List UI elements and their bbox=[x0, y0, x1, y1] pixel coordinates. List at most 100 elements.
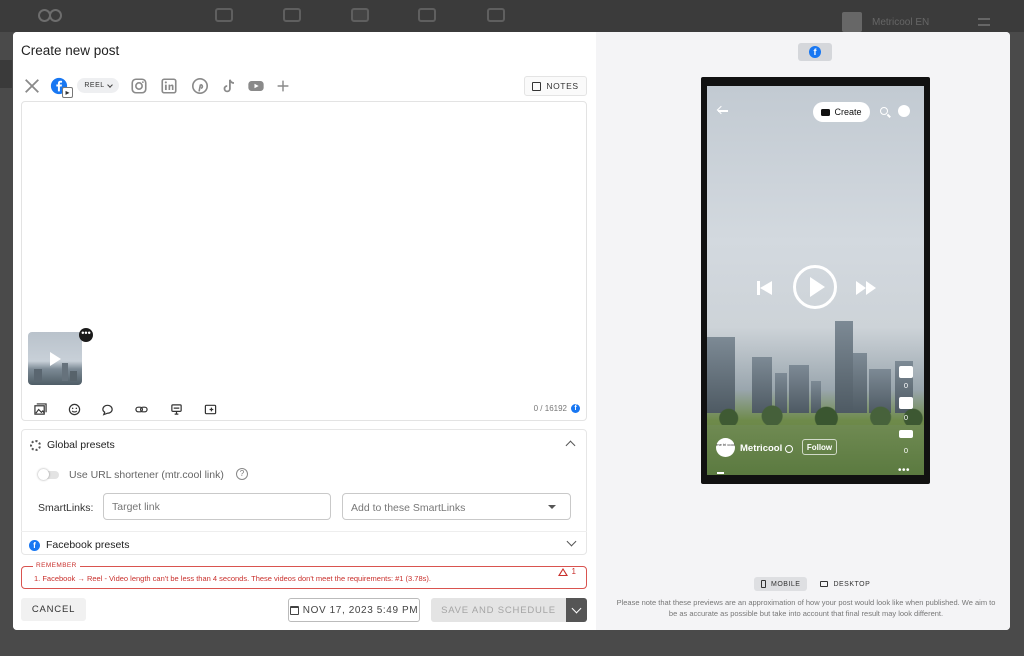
stats-icon bbox=[717, 468, 724, 474]
save-options-dropdown[interactable] bbox=[566, 598, 587, 622]
follow-button: Follow bbox=[802, 439, 837, 455]
desktop-icon bbox=[820, 581, 829, 587]
reel-type-badge-icon: ▸ bbox=[62, 87, 73, 98]
play-icon bbox=[793, 265, 837, 309]
composer-panel: Create new post ▸ REEL NOTES ••• 0 / 161… bbox=[13, 32, 596, 630]
gear-icon bbox=[30, 439, 41, 451]
create-post-modal: Create new post ▸ REEL NOTES ••• 0 / 161… bbox=[13, 32, 1010, 630]
metricool-logo-icon bbox=[38, 9, 64, 23]
post-text-editor[interactable]: ••• 0 / 16192 f bbox=[21, 101, 587, 421]
reel-preview-screen: Create 0 0 0 me tri cool Metricool Follo… bbox=[707, 86, 924, 475]
back-arrow-icon bbox=[717, 106, 728, 116]
url-shortener-toggle[interactable] bbox=[38, 469, 59, 480]
phone-preview: Create 0 0 0 me tri cool Metricool Follo… bbox=[701, 77, 930, 484]
competitors-nav-icon bbox=[418, 8, 436, 22]
like-icon bbox=[899, 366, 913, 378]
play-icon bbox=[50, 352, 61, 366]
background-sidebar bbox=[0, 60, 12, 88]
facebook-presets-title: Facebook presets bbox=[46, 539, 130, 551]
character-counter: 0 / 16192 f bbox=[534, 404, 580, 413]
link-icon[interactable] bbox=[134, 402, 148, 416]
desktop-tab-label: DESKTOP bbox=[833, 580, 871, 588]
chevron-down-icon[interactable] bbox=[566, 536, 577, 547]
preview-network-tab[interactable]: f bbox=[798, 43, 832, 61]
smartlinks-select[interactable]: Add to these SmartLinks bbox=[342, 493, 571, 520]
media-icon[interactable] bbox=[33, 402, 47, 416]
mobile-icon bbox=[761, 580, 766, 588]
x-twitter-icon[interactable] bbox=[22, 76, 42, 96]
facebook-presets-section[interactable]: f Facebook presets bbox=[21, 531, 587, 555]
video-thumbnail[interactable] bbox=[28, 332, 82, 385]
linkedin-icon[interactable] bbox=[159, 76, 179, 96]
post-type-selector[interactable]: REEL bbox=[77, 78, 119, 93]
global-presets-title: Global presets bbox=[47, 439, 115, 451]
fast-forward-icon bbox=[856, 280, 880, 296]
global-presets-header[interactable]: Global presets bbox=[30, 439, 115, 451]
save-and-schedule-button[interactable]: SAVE AND SCHEDULE bbox=[431, 598, 566, 622]
schedule-date-label: NOV 17, 2023 5:49 PM bbox=[302, 604, 419, 616]
facebook-icon: f bbox=[29, 539, 40, 551]
inbox-nav-icon bbox=[283, 8, 301, 22]
skip-back-icon bbox=[757, 280, 773, 296]
account-name: Metricool bbox=[740, 443, 794, 454]
smartlinks-select-placeholder: Add to these SmartLinks bbox=[351, 502, 466, 514]
cancel-button[interactable]: CANCEL bbox=[21, 598, 86, 621]
desktop-tab[interactable]: DESKTOP bbox=[813, 577, 877, 591]
more-options-icon[interactable]: ••• bbox=[79, 328, 93, 342]
note-icon bbox=[532, 81, 542, 91]
schedule-date-button[interactable]: NOV 17, 2023 5:49 PM bbox=[288, 598, 420, 622]
comment-icon bbox=[899, 397, 913, 409]
preview-view-tabs: MOBILE DESKTOP bbox=[754, 577, 877, 591]
background-app-bar: Metricool EN bbox=[0, 0, 1024, 32]
mobile-tab[interactable]: MOBILE bbox=[754, 577, 808, 591]
account-avatar bbox=[842, 12, 862, 32]
like-count: 0 bbox=[903, 381, 909, 390]
preview-panel: f Create 0 0 0 me tri cool Metricool Fol… bbox=[596, 32, 1010, 630]
create-label: Create bbox=[834, 107, 862, 117]
notes-button[interactable]: NOTES bbox=[524, 76, 587, 96]
facebook-presets-header[interactable]: f Facebook presets bbox=[29, 539, 129, 551]
mobile-tab-label: MOBILE bbox=[771, 580, 801, 588]
hashtag-icon[interactable] bbox=[169, 402, 183, 416]
search-icon bbox=[880, 107, 888, 115]
warning-count-value: 1 bbox=[571, 567, 576, 576]
remember-label: REMEMBER bbox=[33, 562, 80, 569]
emoji-icon[interactable] bbox=[67, 402, 81, 416]
more-icon: ••• bbox=[898, 465, 911, 475]
account-name-text: Metricool bbox=[740, 443, 783, 454]
comment-icon[interactable] bbox=[100, 402, 114, 416]
notes-label: NOTES bbox=[546, 81, 579, 91]
tiktok-icon[interactable] bbox=[219, 76, 239, 96]
menu-icon bbox=[978, 18, 990, 26]
remember-message: 1. Facebook → Reel - Video length can't … bbox=[34, 574, 431, 583]
plus-icon[interactable] bbox=[273, 76, 293, 96]
planning-nav-icon bbox=[351, 8, 369, 22]
post-type-label: REEL bbox=[84, 82, 105, 89]
instagram-icon[interactable] bbox=[129, 76, 149, 96]
create-button: Create bbox=[813, 102, 870, 122]
chevron-up-icon[interactable] bbox=[565, 440, 576, 451]
calendar-icon bbox=[289, 605, 299, 615]
camera-icon bbox=[821, 108, 831, 116]
youtube-icon[interactable] bbox=[246, 76, 266, 96]
facebook-icon: f bbox=[809, 46, 821, 58]
caret-down-icon bbox=[548, 505, 556, 509]
toggle-knob bbox=[38, 469, 49, 480]
target-link-input[interactable] bbox=[103, 493, 331, 520]
share-icon bbox=[899, 430, 913, 438]
facebook-small-icon: f bbox=[571, 404, 580, 413]
warning-icon bbox=[557, 567, 568, 576]
character-count: 0 / 16192 bbox=[533, 404, 567, 413]
chevron-down-icon bbox=[106, 81, 113, 88]
preview-icon[interactable] bbox=[203, 402, 217, 416]
account-name: Metricool EN bbox=[872, 17, 930, 28]
globe-icon bbox=[785, 444, 794, 453]
ads-nav-icon bbox=[487, 8, 505, 22]
help-icon[interactable]: ? bbox=[236, 468, 248, 480]
comment-count: 0 bbox=[903, 413, 909, 422]
pinterest-icon[interactable] bbox=[190, 76, 210, 96]
account-avatar: me tri cool bbox=[716, 438, 735, 457]
remember-warning: REMEMBER 1. Facebook → Reel - Video leng… bbox=[21, 562, 587, 589]
warning-count: 1 bbox=[557, 567, 576, 576]
url-shortener-label: Use URL shortener (mtr.cool link) bbox=[69, 469, 224, 481]
